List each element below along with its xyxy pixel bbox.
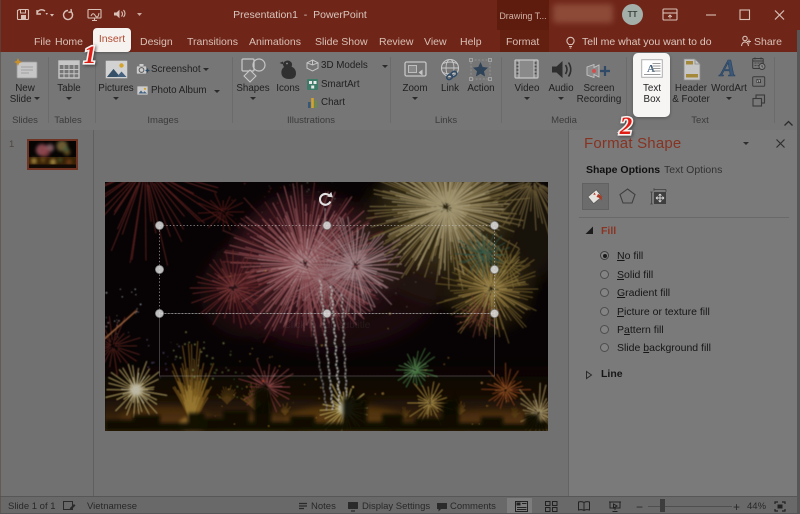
svg-text:A: A: [718, 57, 736, 81]
svg-text:1: 1: [84, 42, 97, 69]
svg-text:Click to add subtitle: Click to add subtitle: [284, 320, 371, 331]
svg-text:2: 2: [619, 113, 633, 140]
